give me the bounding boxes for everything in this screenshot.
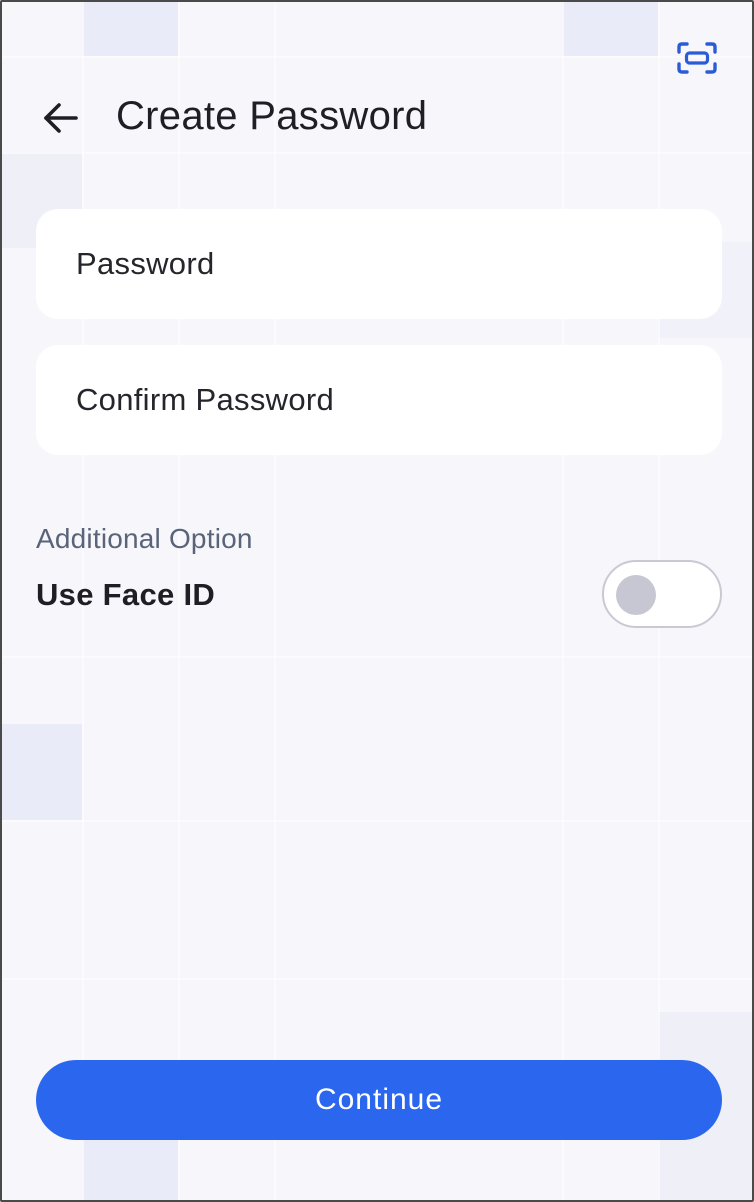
confirm-password-input[interactable] [76,382,722,418]
face-scan-button[interactable] [674,38,720,78]
arrow-left-icon [44,103,78,133]
background-gridline [2,978,752,980]
confirm-password-field[interactable] [36,345,722,455]
background-gridline [274,2,276,1200]
continue-button[interactable]: Continue [36,1060,722,1140]
password-field[interactable] [36,209,722,319]
face-id-toggle[interactable] [602,560,722,628]
use-face-id-label: Use Face ID [36,577,216,612]
background-gridline [562,2,564,1200]
background-gridline [2,56,752,58]
background-tile [2,724,82,820]
background-gridline [2,656,752,658]
background-tile [82,2,178,56]
toggle-knob [616,575,656,615]
additional-option-label: Additional Option [36,523,253,554]
background-tile [562,2,658,56]
face-scan-icon [677,42,717,74]
password-input[interactable] [76,246,722,282]
screen: Create Password Additional Option Use Fa… [0,0,754,1202]
background-tile [82,1140,178,1200]
background-gridline [2,152,752,154]
page-title: Create Password [116,94,428,138]
background-gridline [2,820,752,822]
back-button[interactable] [36,94,84,142]
